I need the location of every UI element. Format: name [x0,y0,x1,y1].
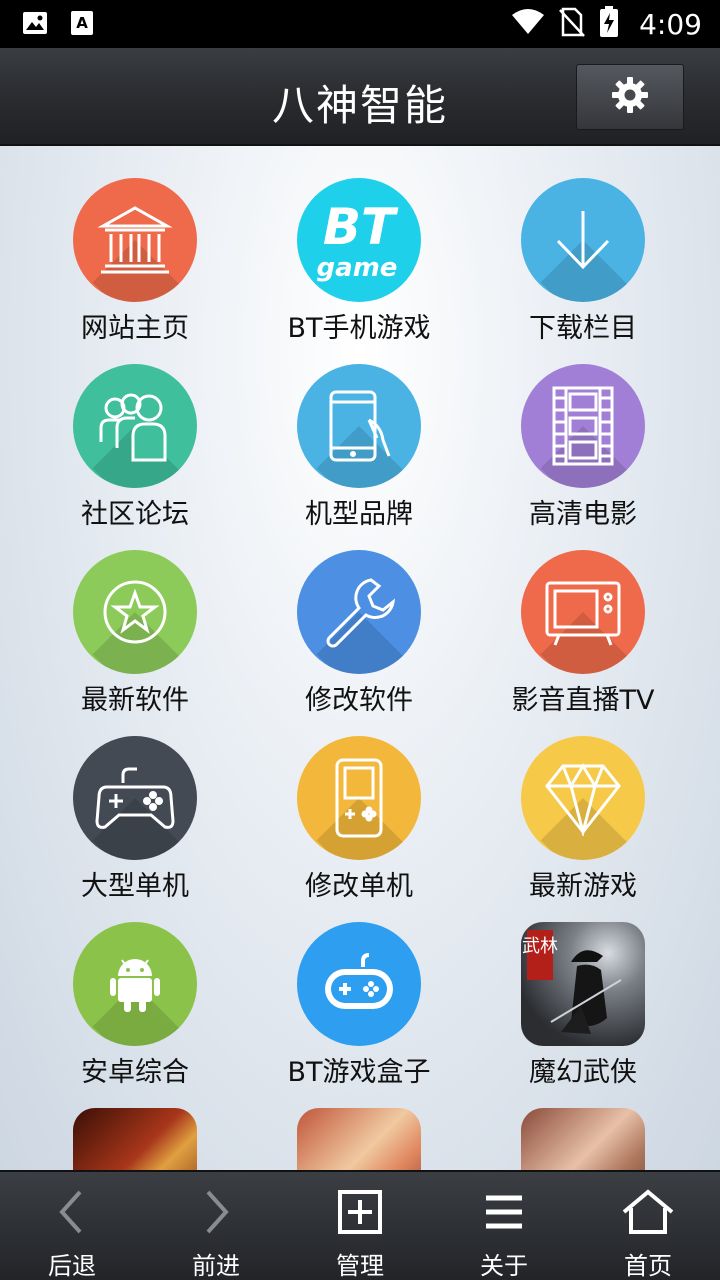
tile-downloads[interactable]: 下载栏目 [471,178,695,364]
star-circle-icon [73,550,197,674]
wrench-icon [297,550,421,674]
home-icon [621,1188,675,1240]
tile-label: 网站主页 [81,313,189,344]
game-icon-3 [521,1108,645,1170]
app-grid: 网站主页 BT game BT手机游戏 下载栏目 社区论坛 机型品牌 高清电影 … [0,178,720,1170]
wuxia-game-icon: 武林 [521,922,645,1046]
tile-game-3[interactable] [471,1108,695,1170]
chevron-right-icon [196,1188,236,1240]
game-icon-1 [73,1108,197,1170]
about-label: 关于 [480,1252,528,1280]
tile-label: 高清电影 [529,499,637,530]
chevron-left-icon [52,1188,92,1240]
tile-pc-games[interactable]: 大型单机 [23,736,247,922]
tv-icon [521,550,645,674]
back-label: 后退 [48,1252,96,1280]
game-icon-2 [297,1108,421,1170]
tile-hd-movies[interactable]: 高清电影 [471,364,695,550]
tile-modded-software[interactable]: 修改软件 [247,550,471,736]
tile-label: 修改软件 [305,685,413,716]
tile-fantasy-wuxia[interactable]: 武林 魔幻武侠 [471,922,695,1108]
handheld-console-icon [297,736,421,860]
tile-bt-mobile-games[interactable]: BT game BT手机游戏 [247,178,471,364]
game-controller-icon [297,922,421,1046]
tile-android-misc[interactable]: 安卓综合 [23,922,247,1108]
tile-game-2[interactable] [247,1108,471,1170]
tablet-hand-icon [297,364,421,488]
tile-website-home[interactable]: 网站主页 [23,178,247,364]
tile-label: 安卓综合 [81,1057,189,1088]
settings-button[interactable] [576,64,684,130]
forward-label: 前进 [192,1252,240,1280]
tile-latest-software[interactable]: 最新软件 [23,550,247,736]
tile-label: 最新游戏 [529,871,637,902]
tile-modded-games[interactable]: 修改单机 [247,736,471,922]
tile-label: 最新软件 [81,685,189,716]
tile-label: 大型单机 [81,871,189,902]
tile-label: BT游戏盒子 [287,1057,431,1088]
tile-live-tv[interactable]: 影音直播TV [471,550,695,736]
film-icon [521,364,645,488]
home-label: 首页 [624,1252,672,1280]
wifi-icon [511,8,545,40]
back-button[interactable]: 后退 [0,1172,144,1280]
tile-label: BT手机游戏 [287,313,431,344]
game-logo-text: game [317,253,398,283]
tile-bt-game-box[interactable]: BT游戏盒子 [247,922,471,1108]
bt-logo-text: BT [323,198,399,256]
app-header: 八神智能 [0,48,720,146]
image-notification-icon [22,10,48,40]
android-icon [73,922,197,1046]
svg-text:A: A [76,14,88,32]
home-button[interactable]: 首页 [576,1172,720,1280]
app-grid-area: 网站主页 BT game BT手机游戏 下载栏目 社区论坛 机型品牌 高清电影 … [0,146,720,1170]
gamepad-icon [73,736,197,860]
menu-icon [480,1188,528,1240]
bank-icon [73,178,197,302]
plus-box-icon [336,1188,384,1240]
tile-community-forum[interactable]: 社区论坛 [23,364,247,550]
status-bar: A 4:09 [0,0,720,48]
forward-button[interactable]: 前进 [144,1172,288,1280]
tile-device-brands[interactable]: 机型品牌 [247,364,471,550]
status-time: 4:09 [639,7,702,41]
battery-charging-icon [599,6,619,42]
download-arrow-icon [521,178,645,302]
tile-label: 魔幻武侠 [529,1057,637,1088]
bottom-navigation: 后退 前进 管理 关于 首页 [0,1170,720,1280]
tile-label: 修改单机 [305,871,413,902]
tile-label: 社区论坛 [81,499,189,530]
tile-label: 下载栏目 [529,313,637,344]
people-icon [73,364,197,488]
tile-game-1[interactable] [23,1108,247,1170]
wuxia-badge-text: 武林 [522,936,558,957]
tile-label: 机型品牌 [305,499,413,530]
bt-game-icon: BT game [297,178,421,302]
tile-label: 影音直播TV [511,685,655,716]
about-button[interactable]: 关于 [432,1172,576,1280]
no-sim-icon [559,7,586,41]
manage-label: 管理 [336,1252,384,1280]
tile-latest-games[interactable]: 最新游戏 [471,736,695,922]
diamond-icon [521,736,645,860]
gear-icon [610,75,650,119]
manage-button[interactable]: 管理 [288,1172,432,1280]
text-notification-icon: A [70,10,94,40]
